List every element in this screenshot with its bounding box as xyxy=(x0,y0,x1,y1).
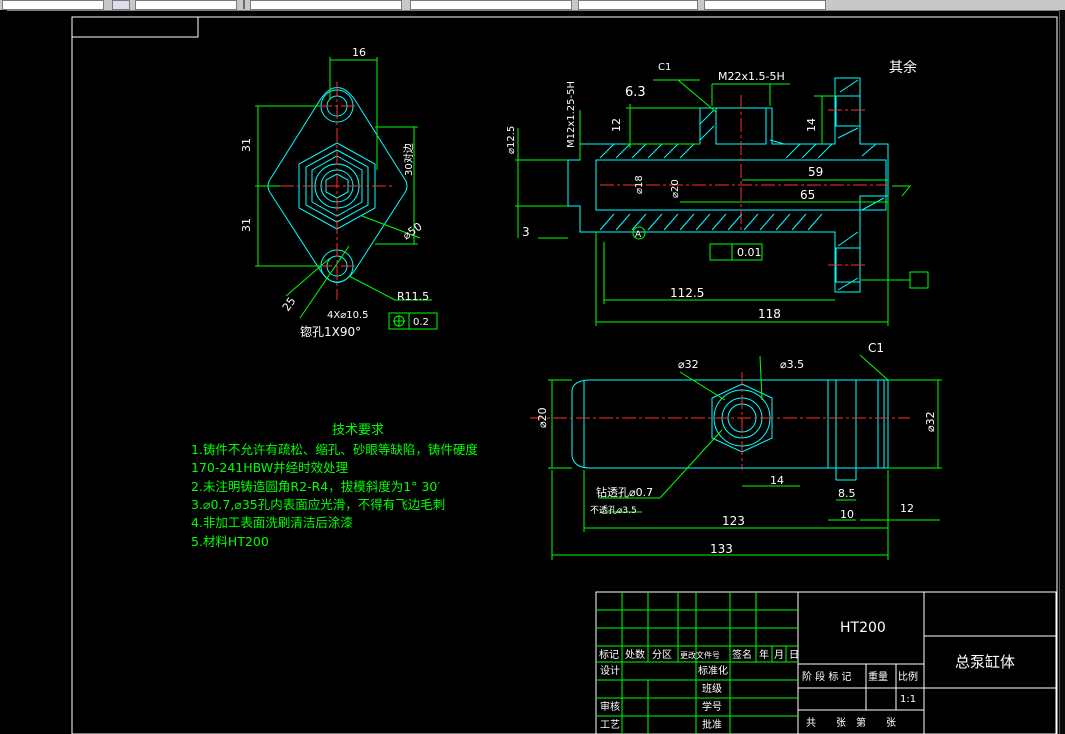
material-label: HT200 xyxy=(840,620,886,636)
roughness-a: 6.3 xyxy=(625,85,646,100)
tech-line-2: 170-241HBW并经时效处理 xyxy=(191,460,349,475)
side-view xyxy=(530,354,942,560)
standard-label: 标准化 xyxy=(698,664,728,677)
design-label: 设计 xyxy=(600,664,620,677)
position-tolerance: 0.2 xyxy=(413,317,429,328)
hdr-month: 月 xyxy=(774,649,784,661)
drawing-frame xyxy=(71,16,1058,734)
hdr-year: 年 xyxy=(759,648,769,661)
dim-d125: ⌀12.5 xyxy=(506,126,517,154)
hdr-change: 更改文件号 xyxy=(680,650,720,660)
student-id-label: 学号 xyxy=(702,700,722,713)
top-view xyxy=(255,57,438,330)
dim-d20: ⌀20 xyxy=(670,179,681,198)
chamfer-label: C1 xyxy=(658,62,671,73)
scale-label: 比例 xyxy=(898,670,918,683)
dim-radius: R11.5 xyxy=(397,290,429,303)
countersink-note: 锪孔1X90° xyxy=(300,324,361,339)
dim-12-side: 12 xyxy=(900,502,914,515)
tech-requirements: 技术要求 1.铸件不允许有疏松、缩孔、砂眼等缺陷，铸件硬度 170-241HBW… xyxy=(191,423,478,549)
thread-side: M12x1.25-5H xyxy=(566,81,577,148)
dim-123: 123 xyxy=(722,514,745,528)
dim-65: 65 xyxy=(800,188,815,202)
hdr-count: 处数 xyxy=(625,648,645,661)
dim-12: 12 xyxy=(610,118,623,132)
dim-3: 3 xyxy=(522,225,530,239)
dim-133: 133 xyxy=(710,542,733,556)
tech-title: 技术要求 xyxy=(332,423,384,438)
dim-angle: 25 xyxy=(280,295,299,314)
class-label: 班级 xyxy=(702,683,722,695)
dim-10: 10 xyxy=(840,508,854,521)
hdr-zone: 分区 xyxy=(652,649,672,661)
dim-holes: 4X⌀10.5 xyxy=(327,310,369,321)
tech-line-5: 4.非加工表面洗刷清洁后涂漆 xyxy=(191,515,353,530)
process-label: 工艺 xyxy=(600,719,620,731)
tech-line-3: 2.未注明铸造圆角R2-R4，拔模斜度为1° 30′ xyxy=(191,479,440,494)
dim-d18: ⌀18 xyxy=(634,175,645,194)
hdr-day: 日 xyxy=(789,650,799,661)
dim-14-side: 14 xyxy=(770,474,784,487)
scale-value: 1:1 xyxy=(900,694,916,705)
drill-note: 钻透孔⌀0.7 xyxy=(596,485,653,499)
dim-width: 16 xyxy=(352,46,366,59)
dim-59: 59 xyxy=(808,165,823,179)
tech-line-4: 3.⌀0.7,⌀35孔内表面应光滑，不得有飞边毛刺 xyxy=(191,497,445,512)
dim-d32-top: ⌀32 xyxy=(678,358,699,371)
dim-circle: ⌀50 xyxy=(400,220,424,242)
dim-upper: 31 xyxy=(240,138,253,152)
tech-line-6: 5.材料HT200 xyxy=(191,534,269,549)
blind-note: 不透孔⌀3.5 xyxy=(590,505,637,516)
hdr-mark: 标记 xyxy=(599,649,619,661)
stage-label: 阶 段 标 记 xyxy=(802,670,852,683)
sheets-label: 共 张 第 张 xyxy=(806,716,896,729)
flatness: 0.01 xyxy=(737,246,762,259)
chamfer-c1: C1 xyxy=(868,341,884,355)
thread-main: M22x1.5-5H xyxy=(718,70,785,83)
dim-d32-side: ⌀32 xyxy=(924,411,937,432)
dim-14: 14 xyxy=(805,118,818,132)
dim-1125: 112.5 xyxy=(670,286,704,300)
dim-d35: ⌀3.5 xyxy=(780,358,804,371)
approve-label: 批准 xyxy=(702,718,722,731)
dim-85: 8.5 xyxy=(838,487,856,500)
tech-line-1: 1.铸件不允许有疏松、缩孔、砂眼等缺陷，铸件硬度 xyxy=(191,442,478,457)
title-block-labels: HT200 总泵缸体 标记 处数 分区 更改文件号 签名 年 月 日 设计 标准… xyxy=(599,620,1015,731)
side-view-labels: ⌀32 ⌀3.5 C1 ⌀20 ⌀32 14 钻透孔⌀0.7 不透孔⌀3.5 8… xyxy=(536,341,937,556)
hdr-sign: 签名 xyxy=(732,648,752,661)
dim-118: 118 xyxy=(758,307,781,321)
part-name: 总泵缸体 xyxy=(955,653,1015,671)
datum-a: A xyxy=(635,230,642,240)
dim-d20-side: ⌀20 xyxy=(536,407,549,428)
cad-drawing-canvas[interactable]: 16 31 31 30对边 ⌀50 R11.5 25 4X⌀10.5 锪孔1X9… xyxy=(0,0,1065,734)
weight-label: 重量 xyxy=(868,670,888,683)
finish-note: 其余 xyxy=(889,59,917,76)
dim-lower: 31 xyxy=(240,218,253,232)
dim-hex: 30对边 xyxy=(402,143,415,176)
review-label: 审核 xyxy=(600,700,620,713)
